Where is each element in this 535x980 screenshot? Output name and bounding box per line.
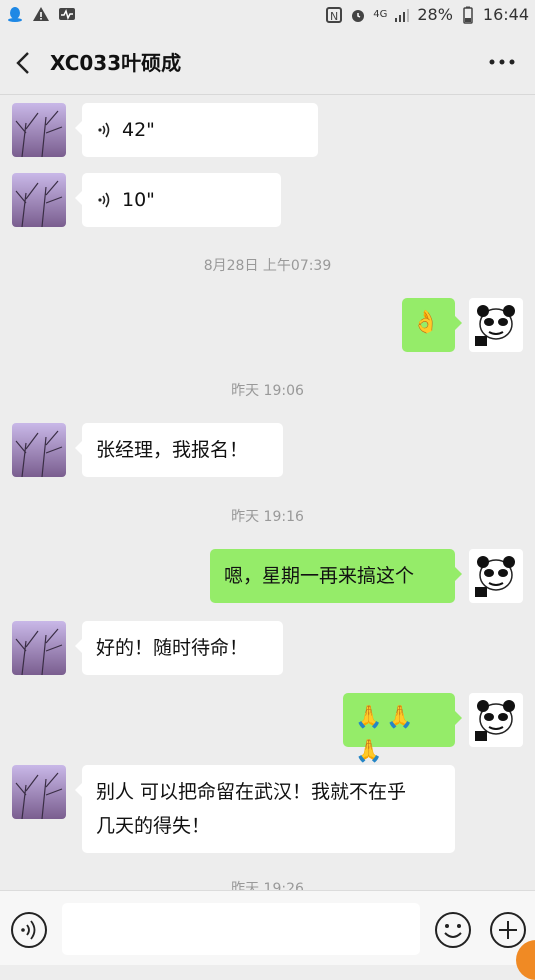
pray-emoji: 🙏🙏🙏	[355, 705, 418, 764]
emoji-message[interactable]: 🙏🙏🙏	[343, 693, 462, 764]
ok-hand-emoji: 👌	[412, 310, 444, 335]
message-text: 好的！随时待命！	[96, 637, 249, 659]
voice-message[interactable]: 10"	[75, 173, 281, 227]
timestamp: 8月28日 上午07:39	[203, 258, 332, 274]
message-list[interactable]: 42" 10" 8月28日 上午07:39 👌 昨天 19:06 张经理，我报名…	[0, 95, 535, 890]
text-message[interactable]: 别人 可以把命留在武汉！我就不在乎 几天的得失！	[75, 765, 455, 853]
svg-text:N: N	[330, 10, 338, 23]
input-bar	[0, 890, 535, 965]
more-dots-icon[interactable]	[487, 50, 517, 74]
timestamp: 昨天 19:16	[231, 509, 304, 525]
qq-icon	[8, 7, 22, 22]
contact-avatar[interactable]	[12, 765, 66, 819]
message-text: 张经理，我报名！	[96, 439, 249, 461]
my-avatar[interactable]	[469, 549, 523, 603]
my-avatar[interactable]	[469, 693, 523, 747]
message-text: 嗯，星期一再来搞这个	[224, 565, 415, 587]
warning-icon	[33, 7, 49, 21]
back-arrow-icon[interactable]	[10, 48, 40, 78]
network-type: 4G	[373, 9, 388, 20]
alarm-icon	[352, 9, 365, 22]
message-text-line: 几天的得失！	[96, 815, 211, 837]
my-avatar[interactable]	[469, 298, 523, 352]
voice-icon[interactable]	[10, 911, 48, 949]
signal-icon	[395, 8, 410, 22]
timestamp: 昨天 19:06	[231, 383, 304, 399]
voice-wave-icon	[98, 192, 110, 208]
chat-title: XC033叶硕成	[50, 51, 182, 75]
timestamp: 昨天 19:26	[231, 881, 304, 890]
status-bar: N 4G 28% 16:44	[0, 0, 535, 30]
contact-avatar[interactable]	[12, 621, 66, 675]
battery-icon	[463, 6, 473, 24]
clock-time: 16:44	[482, 5, 529, 24]
emoji-message[interactable]: 👌	[402, 298, 462, 352]
voice-wave-icon	[98, 122, 110, 138]
contact-avatar[interactable]	[12, 423, 66, 477]
emoji-icon[interactable]	[434, 911, 472, 949]
voice-duration: 42"	[122, 119, 155, 141]
plus-icon[interactable]	[489, 911, 527, 949]
message-text-line: 别人 可以把命留在武汉！我就不在乎	[96, 781, 407, 803]
voice-message[interactable]: 42"	[75, 103, 318, 157]
battery-percent: 28%	[417, 5, 453, 24]
message-input[interactable]	[62, 903, 420, 955]
contact-avatar[interactable]	[12, 173, 66, 227]
voice-duration: 10"	[122, 189, 155, 211]
contact-avatar[interactable]	[12, 103, 66, 157]
activity-icon	[59, 8, 75, 21]
text-message[interactable]: 好的！随时待命！	[75, 621, 283, 675]
text-message[interactable]: 嗯，星期一再来搞这个	[210, 549, 462, 603]
chat-header: XC033叶硕成	[0, 30, 535, 95]
text-message[interactable]: 张经理，我报名！	[75, 423, 283, 477]
nfc-icon: N	[326, 6, 343, 23]
